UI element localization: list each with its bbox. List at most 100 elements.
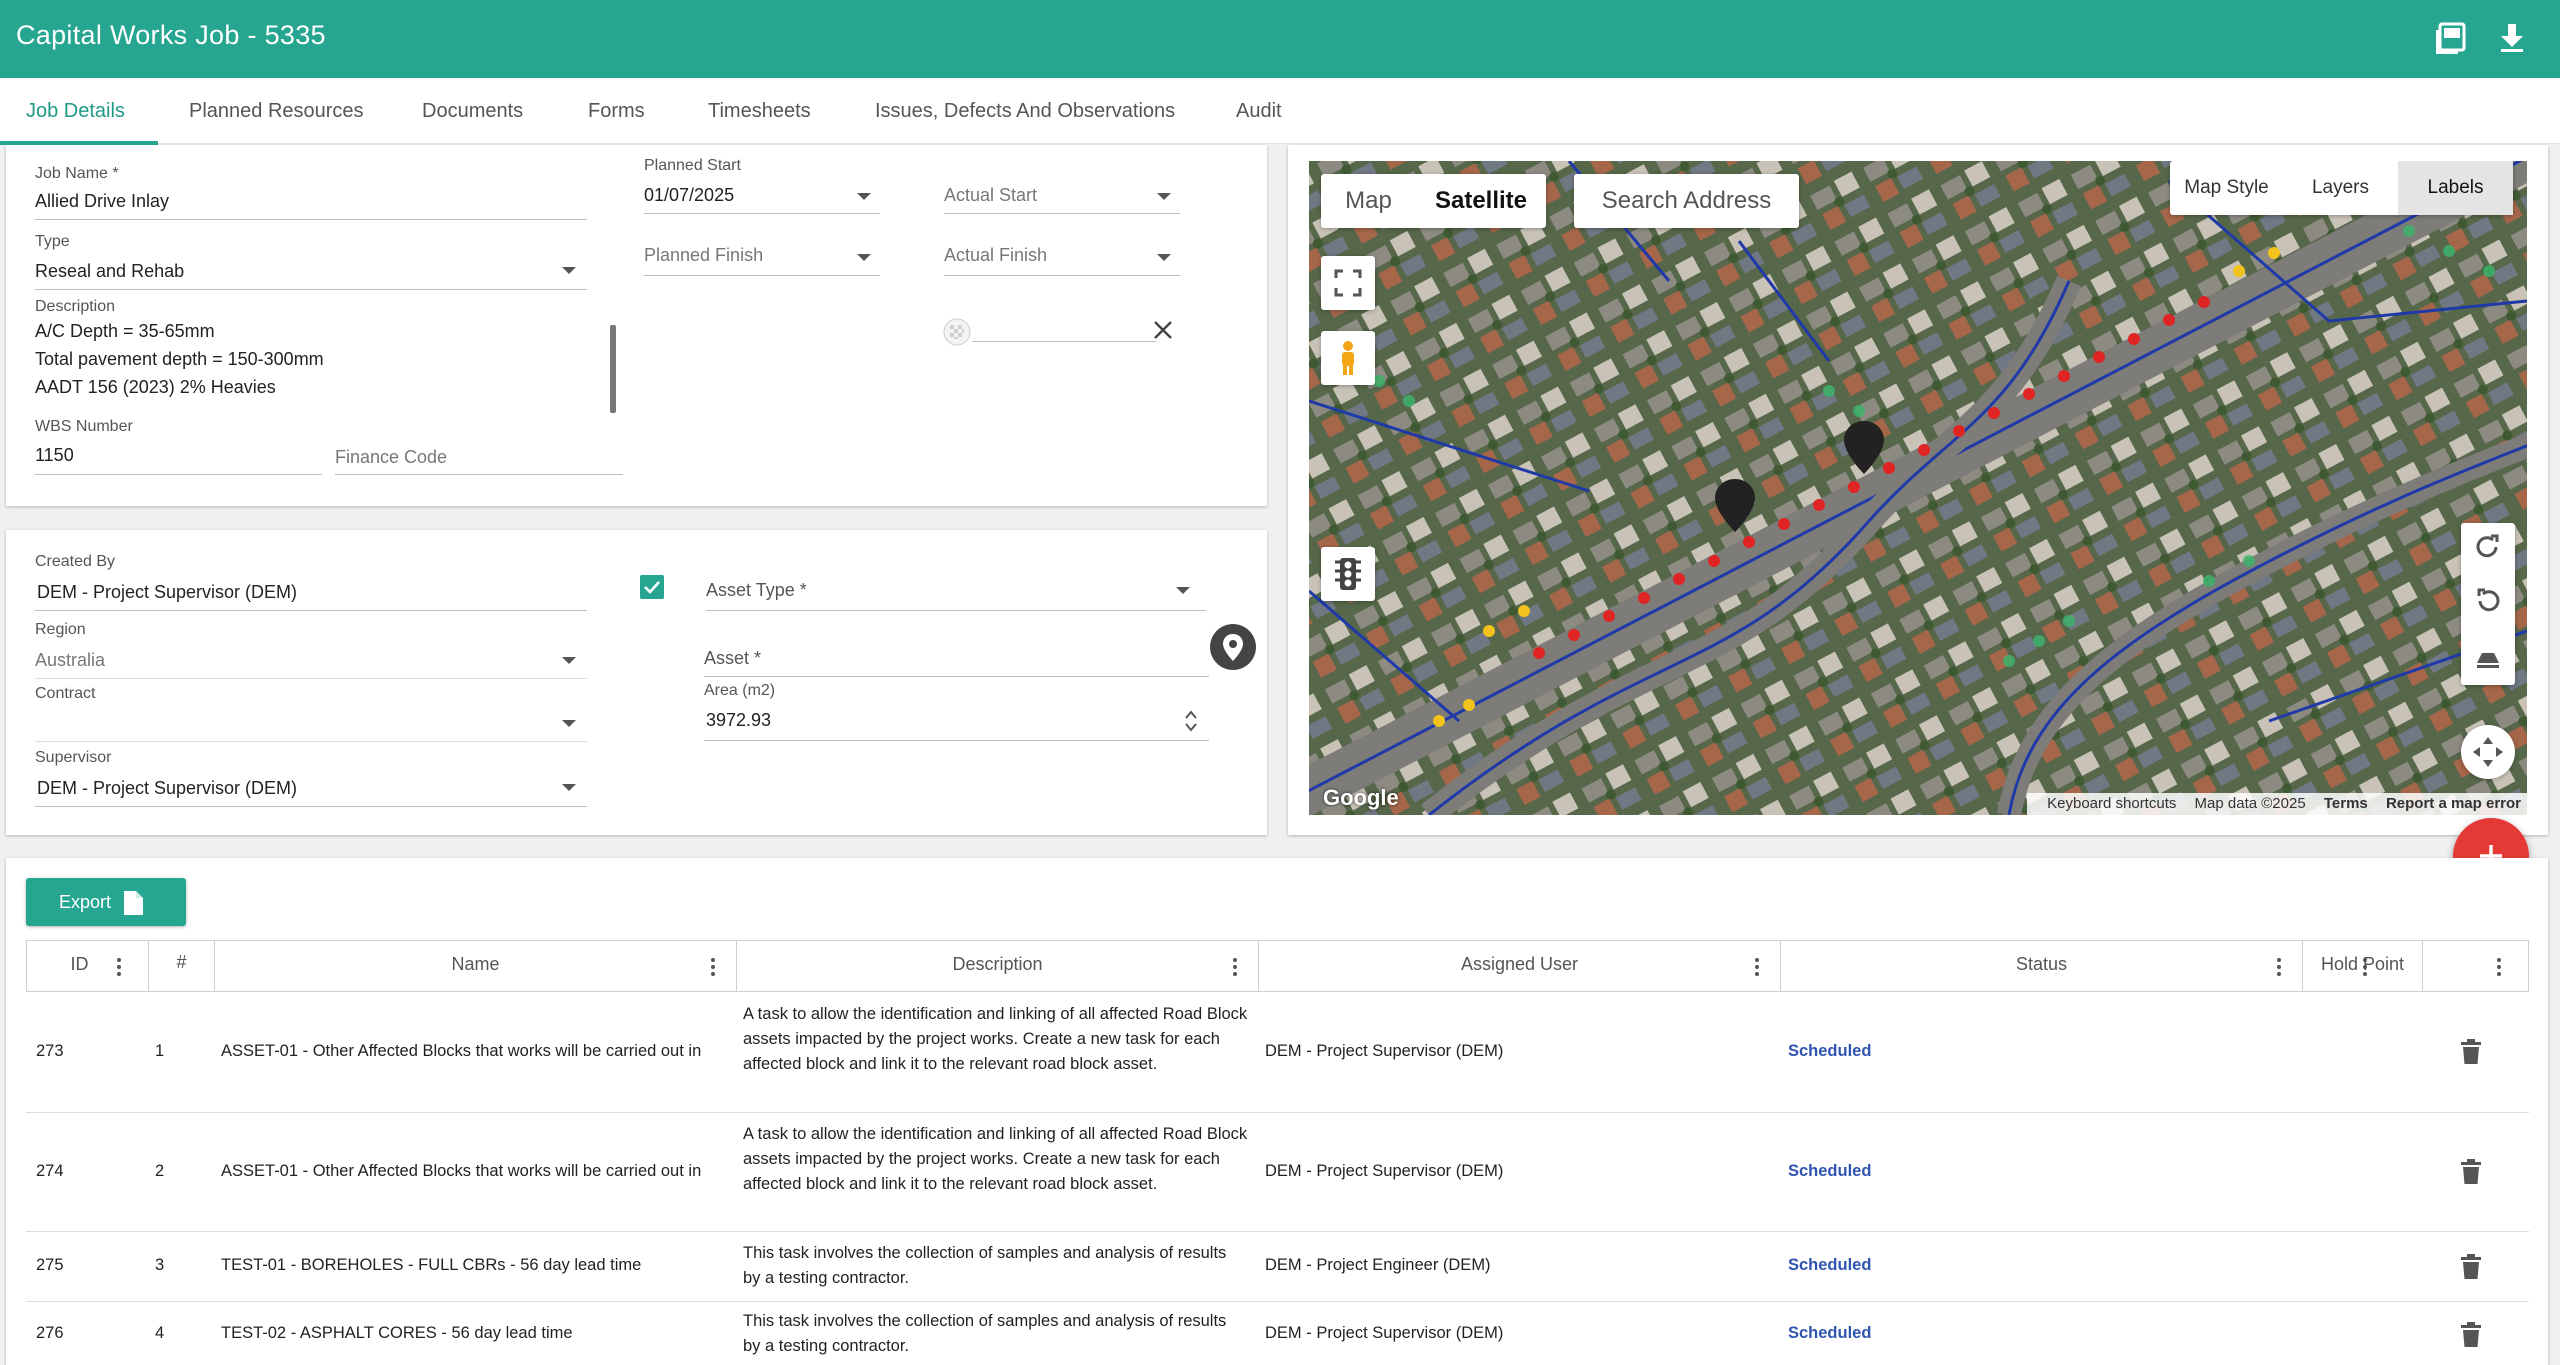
area-underline (704, 740, 1209, 741)
search-address-button[interactable]: Search Address (1574, 174, 1799, 228)
table-row[interactable]: 276 4 TEST-02 - ASPHALT CORES - 56 day l… (26, 1302, 2529, 1365)
supervisor-select[interactable]: DEM - Project Supervisor (DEM) (37, 778, 297, 799)
column-header-name[interactable]: Name (215, 941, 737, 991)
traffic-light-icon[interactable] (1321, 547, 1375, 601)
pdf-icon[interactable] (2432, 18, 2472, 58)
tab-planned-resources[interactable]: Planned Resources (189, 78, 364, 144)
column-header-actions (2423, 941, 2528, 991)
actual-start-underline (944, 213, 1180, 214)
asset-input[interactable]: Asset * (704, 648, 761, 669)
checkbox[interactable] (639, 574, 665, 600)
column-menu-icon[interactable] (1225, 955, 1245, 979)
chevron-down-icon[interactable] (857, 193, 871, 200)
map-style-button[interactable]: Map Style (2170, 161, 2283, 215)
asset-type-select[interactable]: Asset Type * (706, 580, 807, 601)
satellite-map[interactable]: Map Satellite Search Address Map Style L… (1309, 161, 2527, 815)
wbs-underline (35, 474, 322, 475)
created-by-input[interactable]: DEM - Project Supervisor (DEM) (37, 582, 297, 603)
tab-documents[interactable]: Documents (422, 78, 523, 144)
cell-name: TEST-02 - ASPHALT CORES - 56 day lead ti… (221, 1324, 573, 1342)
download-icon[interactable] (2492, 18, 2532, 58)
column-menu-icon[interactable] (109, 955, 129, 979)
chevron-down-icon[interactable] (562, 784, 576, 791)
tilt-view-icon[interactable] (2461, 631, 2515, 685)
map-data-text: Map data ©2025 (2194, 795, 2306, 812)
tab-job-details[interactable]: Job Details (26, 78, 125, 144)
report-map-error-link[interactable]: Report a map error (2386, 795, 2521, 812)
column-menu-icon[interactable] (2489, 955, 2509, 979)
job-name-input[interactable]: Allied Drive Inlay (35, 191, 169, 212)
status-badge[interactable]: Scheduled (1788, 1162, 1871, 1181)
column-header-description[interactable]: Description (737, 941, 1259, 991)
map-type-satellite-button[interactable]: Satellite (1416, 174, 1546, 228)
tab-timesheets[interactable]: Timesheets (708, 78, 811, 144)
description-line: A/C Depth = 35-65mm (35, 321, 215, 341)
status-badge[interactable]: Scheduled (1788, 1256, 1871, 1275)
trash-icon[interactable] (2460, 1039, 2482, 1065)
tab-forms[interactable]: Forms (588, 78, 645, 144)
column-header-assigned-user[interactable]: Assigned User (1259, 941, 1781, 991)
labels-button[interactable]: Labels (2398, 161, 2513, 215)
column-menu-icon[interactable] (1747, 955, 1767, 979)
street-view-pegman-icon[interactable] (1321, 331, 1375, 385)
area-input[interactable]: 3972.93 (706, 710, 771, 731)
map-type-map-button[interactable]: Map (1321, 174, 1416, 228)
column-header-hold-point[interactable]: Hold Point (2303, 941, 2423, 991)
trash-icon[interactable] (2460, 1322, 2482, 1348)
terms-link[interactable]: Terms (2324, 795, 2368, 812)
created-by-underline (35, 610, 587, 611)
close-icon[interactable] (1150, 317, 1176, 343)
cell-assigned-user: DEM - Project Engineer (DEM) (1265, 1256, 1491, 1274)
rotate-counterclockwise-icon[interactable] (2461, 577, 2515, 631)
chevron-down-icon[interactable] (1157, 254, 1171, 261)
created-by-label: Created By (35, 553, 116, 570)
chevron-down-icon[interactable] (857, 254, 871, 261)
finance-code-input[interactable]: Finance Code (335, 447, 447, 468)
cell-name: ASSET-01 - Other Affected Blocks that wo… (221, 1162, 702, 1180)
color-swatch-icon[interactable] (942, 317, 972, 347)
tab-audit[interactable]: Audit (1236, 78, 1282, 144)
region-select[interactable]: Australia (35, 650, 105, 671)
number-stepper-icon[interactable] (1184, 708, 1198, 734)
textarea-scrollbar[interactable] (610, 325, 616, 413)
cell-id: 274 (36, 1162, 64, 1180)
wbs-input[interactable]: 1150 (35, 445, 74, 466)
trash-icon[interactable] (2460, 1254, 2482, 1280)
table-row[interactable]: 274 2 ASSET-01 - Other Affected Blocks t… (26, 1113, 2529, 1232)
actual-finish-input[interactable]: Actual Finish (944, 245, 1047, 266)
status-badge[interactable]: Scheduled (1788, 1042, 1871, 1061)
status-badge[interactable]: Scheduled (1788, 1324, 1871, 1343)
finance-code-underline (335, 474, 623, 475)
column-header-status[interactable]: Status (1781, 941, 2303, 991)
export-button[interactable]: Export (26, 878, 186, 926)
column-menu-icon[interactable] (2269, 955, 2289, 979)
chevron-down-icon[interactable] (1176, 587, 1190, 594)
actual-start-input[interactable]: Actual Start (944, 185, 1037, 206)
column-menu-icon[interactable] (2355, 955, 2375, 979)
planned-start-input[interactable]: 01/07/2025 (644, 185, 734, 206)
column-menu-icon[interactable] (703, 955, 723, 979)
location-pin-icon[interactable] (1209, 623, 1257, 671)
description-label: Description (35, 298, 116, 315)
column-header-number[interactable]: # (149, 941, 215, 991)
trash-icon[interactable] (2460, 1159, 2482, 1185)
table-row[interactable]: 275 3 TEST-01 - BOREHOLES - FULL CBRs - … (26, 1232, 2529, 1302)
type-select[interactable]: Reseal and Rehab (35, 261, 184, 282)
planned-finish-input[interactable]: Planned Finish (644, 245, 763, 266)
chevron-down-icon[interactable] (562, 267, 576, 274)
column-header-id[interactable]: ID (27, 941, 149, 991)
chevron-down-icon[interactable] (1157, 193, 1171, 200)
map-layer-toolbar: Map Style Layers Labels (2170, 161, 2513, 215)
table-row[interactable]: 273 1 ASSET-01 - Other Affected Blocks t… (26, 993, 2529, 1113)
chevron-down-icon[interactable] (562, 720, 576, 727)
layers-button[interactable]: Layers (2283, 161, 2398, 215)
description-textarea[interactable]: A/C Depth = 35-65mm Total pavement depth… (35, 317, 616, 413)
chevron-down-icon[interactable] (562, 657, 576, 664)
pan-control-icon[interactable] (2461, 725, 2515, 779)
rotate-clockwise-icon[interactable] (2461, 523, 2515, 577)
keyboard-shortcuts-link[interactable]: Keyboard shortcuts (2047, 795, 2176, 812)
type-label: Type (35, 233, 70, 250)
google-logo: Google (1323, 785, 1399, 810)
tab-issues-defects[interactable]: Issues, Defects And Observations (875, 78, 1175, 144)
fullscreen-icon[interactable] (1321, 256, 1375, 310)
